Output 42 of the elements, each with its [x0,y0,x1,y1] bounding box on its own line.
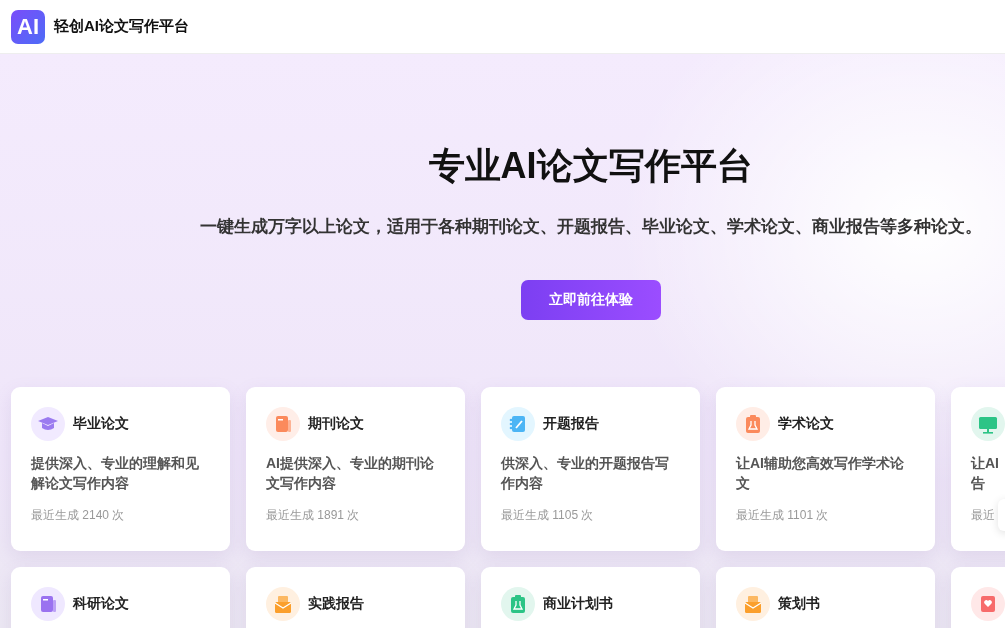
card-description: 让AI辅助您高效写作学术论 文 [736,454,904,493]
card-title: 期刊论文 [308,415,364,433]
card-description: 让AI 告 [971,454,999,493]
logo-icon[interactable]: AI [11,9,45,44]
feature-card[interactable]: 开题报告 供深入、专业的开题报告写 作内容 最近生成 1105 次 [481,387,700,551]
feature-card[interactable]: 让AI 告 最近 [951,387,1005,551]
mail-icon [266,587,300,621]
card-description: 供深入、专业的开题报告写 作内容 [501,454,669,493]
feature-card[interactable]: 期刊论文 AI提供深入、专业的期刊论 文写作内容 最近生成 1891 次 [246,387,465,551]
card-title: 开题报告 [543,415,599,433]
site-title[interactable]: 轻创AI论文写作平台 [54,17,189,36]
feature-card[interactable]: 实践报告 [246,567,465,628]
try-now-button[interactable]: 立即前往体验 [520,280,661,320]
hero-subtitle: 一键生成万字以上论文，适用于各种期刊论文、开题报告、毕业论文、学术论文、商业报告等多种论文。 [199,216,982,238]
card-title: 策划书 [778,595,820,613]
card-title: 学术论文 [778,415,834,433]
feature-card[interactable]: 商业计划书 [481,567,700,628]
book-icon [971,587,1005,621]
usage-count: 最近 [971,507,995,524]
hero-title: 专业AI论文写作平台 [428,144,753,188]
card-title: 科研论文 [73,595,129,613]
doc-icon [266,407,300,441]
feature-card[interactable]: 策划书 [716,567,935,628]
usage-count: 最近生成 1105 次 [501,507,594,524]
card-description: AI提供深入、专业的期刊论 文写作内容 [266,454,434,493]
note-icon [501,407,535,441]
card-title: 实践报告 [308,595,364,613]
card-description: 提供深入、专业的理解和见 解论文写作内容 [31,454,199,493]
feature-card[interactable]: 科研论文 [11,567,230,628]
usage-count: 最近生成 1891 次 [266,507,360,524]
card-title: 商业计划书 [543,595,613,613]
feature-card[interactable]: 毕业论文 提供深入、专业的理解和见 解论文写作内容 最近生成 2140 次 [11,387,230,551]
clip-icon [736,407,770,441]
doc-icon [31,587,65,621]
feature-card[interactable]: 学术论文 让AI辅助您高效写作学术论 文 最近生成 1101 次 [716,387,935,551]
cap-icon [31,407,65,441]
usage-count: 最近生成 1101 次 [736,507,829,524]
card-title: 毕业论文 [73,415,129,433]
clip-icon [501,587,535,621]
monitor-icon [971,407,1005,441]
usage-count: 最近生成 2140 次 [31,507,125,524]
mail-icon [736,587,770,621]
